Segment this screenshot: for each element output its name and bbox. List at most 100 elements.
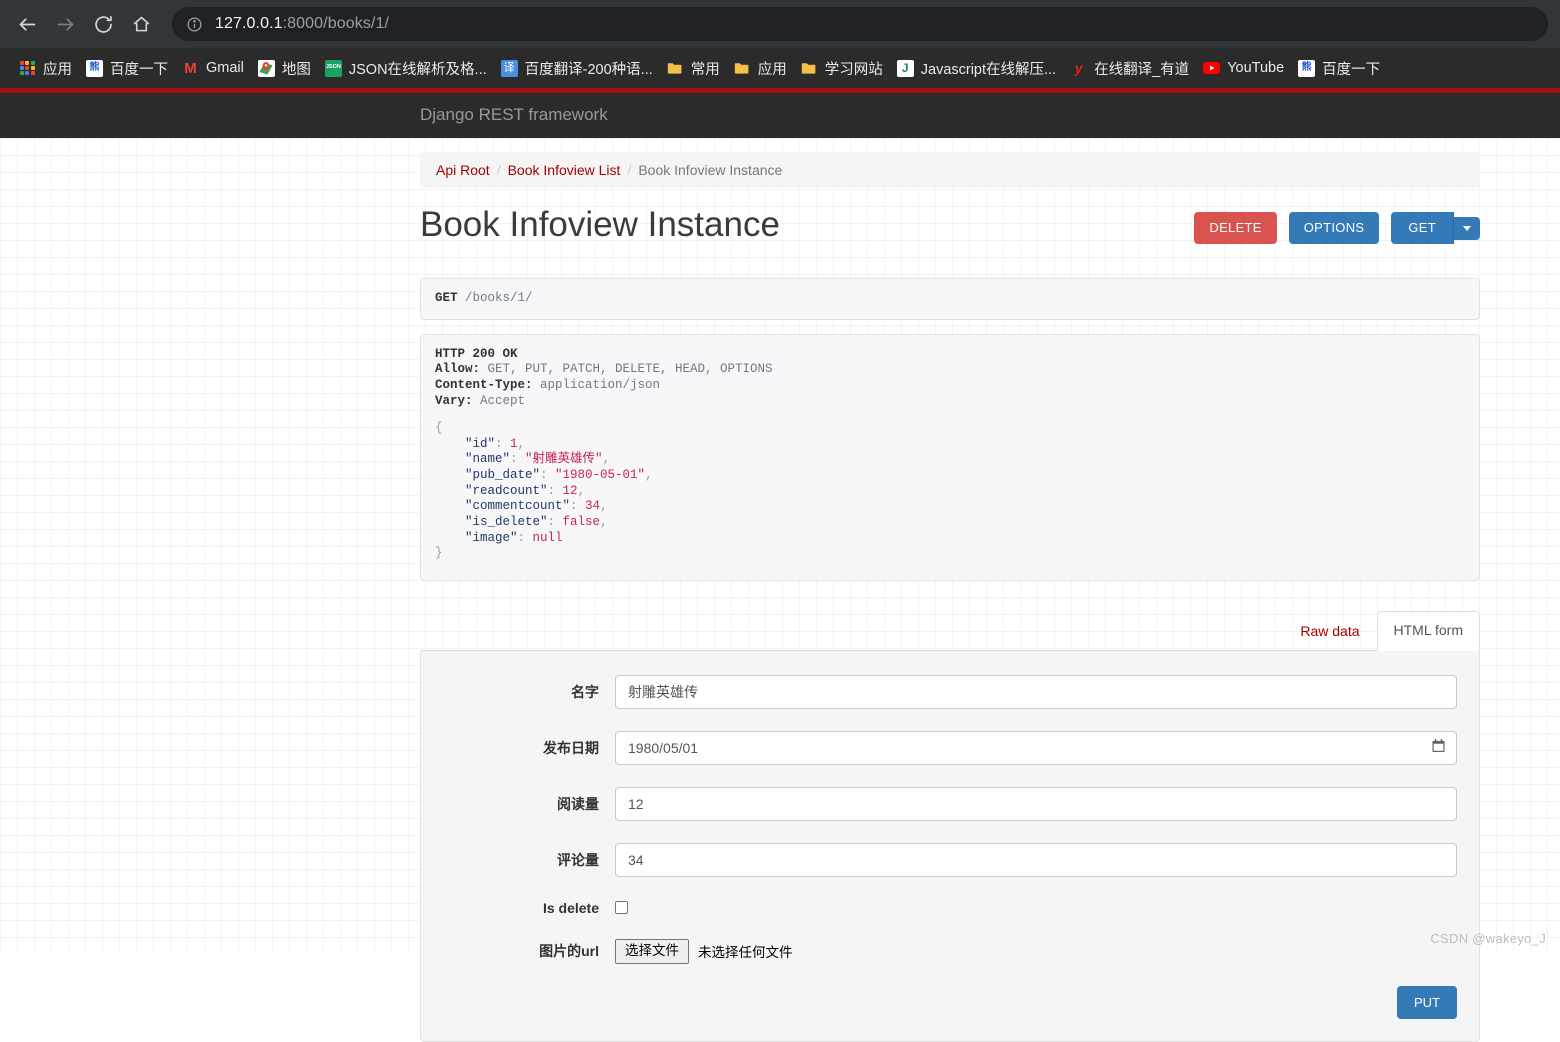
forward-button[interactable] (48, 7, 82, 41)
json-open-brace: { (435, 421, 443, 436)
home-button[interactable] (124, 7, 158, 41)
bookmark-item[interactable]: J Javascript在线解压... (890, 54, 1063, 82)
input-阅读量[interactable] (615, 786, 1457, 821)
json-key: "commentcount" (435, 499, 571, 514)
json-comma: , (602, 452, 611, 467)
bookmark-item[interactable]: 译百度翻译-200种语... (494, 54, 660, 82)
bookmark-item[interactable]: M Gmail (175, 54, 251, 82)
form-row: 评论量 (443, 842, 1457, 877)
bookmark-label: 地图 (281, 61, 311, 78)
json-key: "pub_date" (435, 468, 541, 482)
tab-html-form[interactable]: HTML form (1376, 611, 1480, 651)
input-名字[interactable] (615, 674, 1457, 709)
bookmark-label: 百度翻译-200种语... (524, 61, 653, 78)
json-colon: : (570, 499, 586, 514)
bookmark-label: 在线翻译_有道 (1094, 61, 1190, 78)
url-path: :8000/books/1/ (282, 15, 390, 32)
response-body: { "id": 1, "name": "射雕英雄传", "pub_date": … (435, 421, 1465, 562)
address-bar[interactable]: 127.0.0.1:8000/books/1/ (172, 7, 1548, 41)
json-value: 12 (562, 483, 578, 498)
site-info-icon[interactable] (186, 16, 203, 33)
response-header-line: Allow: GET, PUT, PATCH, DELETE, HEAD, OP… (435, 362, 1465, 378)
json-field: "id": 1, (435, 437, 1465, 453)
google-maps-icon (257, 59, 275, 77)
header-name: Vary: (435, 393, 473, 408)
put-submit-button[interactable]: PUT (1397, 985, 1457, 1019)
bookmark-item[interactable]: 地图 (251, 54, 318, 82)
response-status-line: HTTP 200 OK (435, 346, 518, 361)
reload-button[interactable] (86, 7, 120, 41)
form-control-wrapper (615, 786, 1457, 821)
url-text: 127.0.0.1:8000/books/1/ (215, 15, 389, 33)
json-comma: , (577, 483, 586, 498)
json-value: "射雕英雄传" (525, 452, 603, 467)
home-icon (133, 16, 149, 31)
breadcrumb-item[interactable]: Api Root (436, 162, 490, 178)
bookmark-label: Javascript在线解压... (920, 61, 1057, 78)
tab-raw-data[interactable]: Raw data (1283, 612, 1376, 650)
json-value: 1 (510, 436, 518, 451)
request-panel: GET /books/1/ (420, 278, 1480, 320)
breadcrumb: Api Root / Book Infoview List / Book Infovie… (420, 152, 1480, 188)
bookmark-label: 应用 (43, 61, 72, 78)
bookmark-item[interactable]: YouTube (1196, 54, 1291, 82)
folder-icon (667, 60, 684, 77)
bookmark-item[interactable]: 常用 (660, 54, 727, 82)
json-colon: : (540, 468, 556, 482)
checkbox-Is delete[interactable] (615, 901, 628, 915)
form-control-wrapper (615, 899, 1457, 917)
watermark: CSDN @wakeyo_J (1430, 931, 1546, 946)
json-colon: : (547, 514, 563, 529)
json-close-brace: } (435, 546, 443, 561)
apps-grid-icon (19, 60, 36, 77)
youtube-icon (1203, 60, 1221, 77)
javascript-icon: J (896, 59, 914, 77)
json-field: "image": null (435, 531, 1465, 547)
bookmark-label: Gmail (206, 60, 244, 76)
json-field: "commentcount": 34, (435, 499, 1465, 515)
back-button[interactable] (10, 7, 44, 41)
input-发布日期[interactable] (615, 730, 1457, 765)
json-field: "readcount": 12, (435, 484, 1465, 500)
form-control-wrapper: 选择文件 未选择任何文件 (615, 938, 1457, 964)
chevron-down-icon (1463, 225, 1471, 231)
json-field: "name": "射雕英雄传", (435, 452, 1465, 468)
json-value: "1980-05-01" (555, 468, 646, 482)
bookmark-item[interactable]: JSON JSON在线解析及格... (318, 54, 494, 82)
bookmark-item[interactable]: 熊百度一下 (1291, 54, 1387, 82)
bookmark-item[interactable]: 应用 (12, 54, 79, 82)
breadcrumb-item[interactable]: Book Infoview List (508, 162, 621, 178)
header-name: Content-Type: (435, 377, 533, 392)
choose-file-button[interactable]: 选择文件 (615, 938, 689, 964)
json-key: "id" (435, 436, 496, 451)
form-field-label: 发布日期 (543, 739, 599, 756)
form-row: 名字 (443, 674, 1457, 709)
get-button[interactable]: GET (1391, 212, 1454, 245)
options-button[interactable]: OPTIONS (1288, 212, 1380, 245)
bookmark-label: 常用 (690, 61, 720, 78)
response-panel: HTTP 200 OK Allow: GET, PUT, PATCH, DELET… (420, 333, 1480, 581)
action-button-group: DELETE OPTIONS GET (1194, 212, 1480, 245)
json-field: "is_delete": false, (435, 515, 1465, 531)
bookmark-item[interactable]: 熊百度一下 (79, 54, 175, 82)
json-value: 34 (585, 499, 601, 514)
navbar-brand[interactable]: Django REST framework (420, 105, 608, 125)
baidu-icon: 熊 (1298, 59, 1316, 77)
delete-button[interactable]: DELETE (1194, 212, 1277, 245)
json-colon: : (495, 436, 511, 451)
breadcrumb-item: Book Infoview Instance (638, 162, 783, 178)
form-fields: 名字发布日期阅读量评论量 Is delete 图片的url 选择文件未选择任何文件 (443, 674, 1457, 964)
bookmark-item[interactable]: 学习网站 (794, 54, 890, 82)
input-评论量[interactable] (615, 842, 1457, 877)
form-field-label: 图片的url (539, 943, 599, 960)
form-row: Is delete (443, 899, 1457, 917)
tab-bar: Raw data HTML form (420, 609, 1480, 651)
json-key: "image" (435, 530, 518, 545)
bookmark-item[interactable]: 应用 (727, 54, 794, 82)
request-method: GET (435, 291, 458, 305)
bookmark-item[interactable]: y 在线翻译_有道 (1063, 54, 1196, 82)
navigation-buttons (0, 7, 158, 41)
form-row: 图片的url 选择文件 未选择任何文件 (443, 938, 1457, 964)
breadcrumb-separator: / (496, 162, 501, 178)
get-dropdown-toggle[interactable] (1454, 216, 1480, 240)
